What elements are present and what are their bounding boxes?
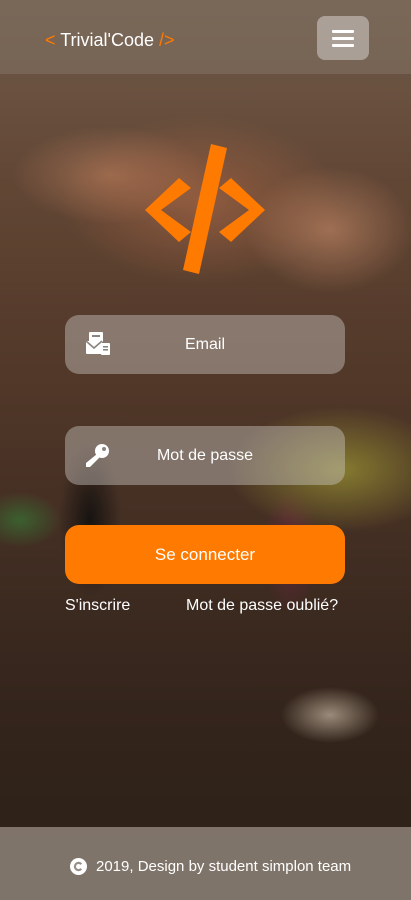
brand-name: Trivial'Code bbox=[60, 30, 154, 50]
register-link[interactable]: S'inscrire bbox=[65, 596, 130, 616]
login-button[interactable]: Se connecter bbox=[65, 525, 345, 584]
brand-logo-text[interactable]: < Trivial'Code /> bbox=[45, 29, 175, 51]
key-icon bbox=[86, 444, 109, 467]
footer: 2019, Design by student simplon team bbox=[0, 827, 411, 900]
footer-copyright-text: 2019, Design by student simplon team bbox=[96, 858, 352, 875]
email-card-icon bbox=[85, 332, 110, 355]
top-bar: < Trivial'Code /> bbox=[0, 0, 411, 74]
menu-button[interactable] bbox=[317, 16, 369, 60]
hamburger-icon-line bbox=[332, 36, 354, 40]
code-brackets-icon bbox=[145, 144, 265, 274]
copyright-icon bbox=[70, 858, 87, 875]
hamburger-icon bbox=[332, 29, 354, 33]
email-field-wrapper bbox=[65, 315, 345, 374]
email-input[interactable] bbox=[115, 315, 295, 374]
hamburger-icon-line bbox=[332, 43, 354, 47]
password-input[interactable] bbox=[115, 426, 295, 485]
brand-open-bracket: < bbox=[45, 30, 56, 50]
brand-close-bracket: /> bbox=[159, 30, 175, 50]
forgot-password-link[interactable]: Mot de passe oublié? bbox=[186, 596, 338, 616]
password-field-wrapper bbox=[65, 426, 345, 485]
